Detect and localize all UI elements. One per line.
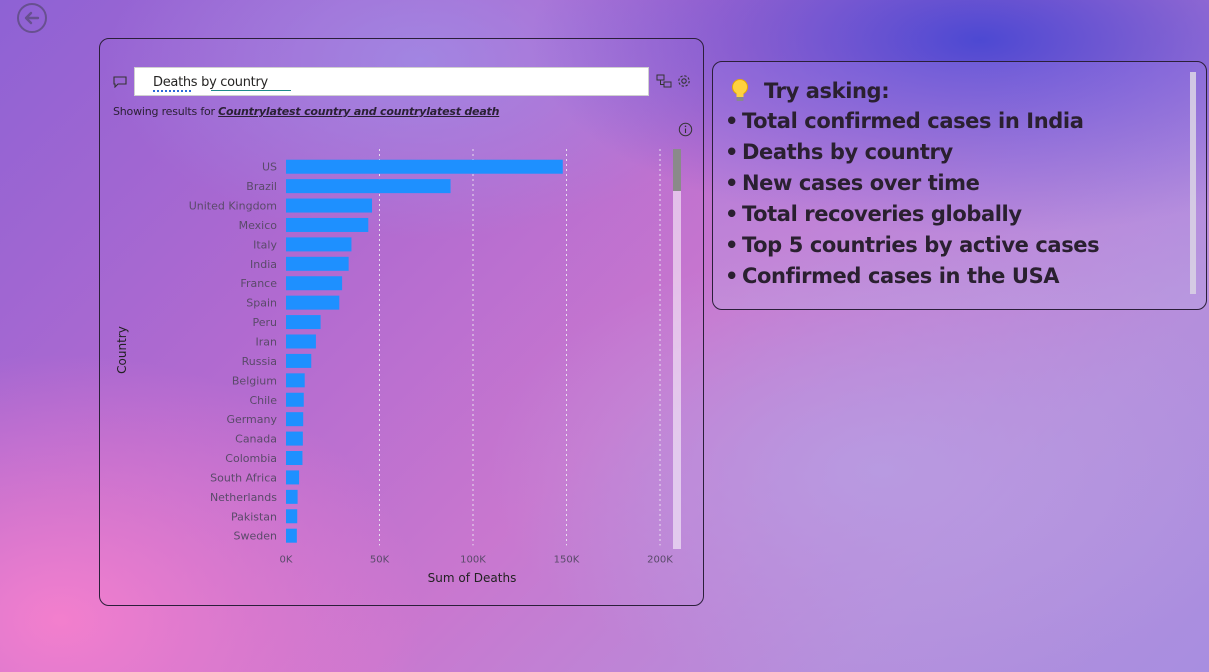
category-label: Netherlands bbox=[210, 491, 277, 504]
tip-item[interactable]: • Total recoveries globally bbox=[725, 199, 1099, 230]
bar[interactable] bbox=[286, 451, 303, 466]
bar[interactable] bbox=[286, 489, 298, 504]
category-label: Mexico bbox=[239, 219, 278, 232]
bar[interactable] bbox=[286, 528, 297, 543]
bar[interactable] bbox=[286, 412, 304, 427]
bar[interactable] bbox=[286, 334, 316, 349]
bar[interactable] bbox=[286, 276, 343, 291]
x-tick-label: 0K bbox=[280, 554, 293, 565]
category-label: Chile bbox=[249, 394, 277, 407]
category-label: Colombia bbox=[225, 452, 277, 465]
bar[interactable] bbox=[286, 295, 340, 310]
bar[interactable] bbox=[286, 373, 305, 388]
back-button[interactable] bbox=[17, 3, 47, 33]
category-label: Brazil bbox=[246, 180, 277, 193]
tip-item[interactable]: • Confirmed cases in the USA bbox=[725, 261, 1099, 292]
x-tick-label: 50K bbox=[370, 554, 390, 565]
tip-item[interactable]: • Top 5 countries by active cases bbox=[725, 230, 1100, 261]
chart-scrollbar-thumb[interactable] bbox=[673, 149, 681, 191]
deaths-bar-chart: US Brazil United Kingdom Mexico Italy India Fr… bbox=[115, 149, 673, 585]
tip-item[interactable]: • Total confirmed cases in India bbox=[725, 106, 1099, 137]
bar[interactable] bbox=[286, 431, 303, 446]
category-label: Sweden bbox=[234, 530, 277, 543]
qa-visual-panel: Deaths by country Showing results for Co… bbox=[99, 38, 704, 606]
chart-scrollbar[interactable] bbox=[673, 149, 681, 549]
category-label: France bbox=[240, 277, 277, 290]
bar[interactable] bbox=[286, 392, 304, 407]
bar[interactable] bbox=[286, 159, 563, 174]
x-axis-title: Sum of Deaths bbox=[428, 571, 517, 585]
tip-item[interactable]: • New cases over time bbox=[725, 168, 1099, 199]
tip-item[interactable]: • Deaths by country bbox=[725, 137, 1099, 168]
tips-title: Try asking: bbox=[764, 79, 890, 103]
category-label: South Africa bbox=[210, 471, 277, 484]
bar[interactable] bbox=[286, 217, 369, 232]
bar[interactable] bbox=[286, 315, 321, 330]
bar[interactable] bbox=[286, 256, 349, 271]
category-label: Russia bbox=[242, 355, 277, 368]
category-label: United Kingdom bbox=[189, 200, 277, 213]
bar[interactable] bbox=[286, 470, 300, 485]
bar[interactable] bbox=[286, 198, 373, 213]
category-label: Germany bbox=[226, 413, 277, 426]
bar[interactable] bbox=[286, 353, 312, 368]
tips-scrollbar[interactable] bbox=[1190, 72, 1196, 294]
x-tick-label: 100K bbox=[460, 554, 486, 565]
category-label: Canada bbox=[235, 433, 277, 446]
category-label: Italy bbox=[253, 238, 277, 251]
category-label: Pakistan bbox=[231, 510, 277, 523]
back-arrow-icon bbox=[24, 11, 40, 25]
y-axis-title: Country bbox=[115, 326, 129, 374]
lightbulb-icon bbox=[732, 79, 748, 101]
category-label: India bbox=[250, 258, 277, 271]
try-asking-panel: Try asking: • Total confirmed cases in In… bbox=[712, 61, 1207, 310]
category-label: Spain bbox=[246, 297, 277, 310]
bar[interactable] bbox=[286, 509, 298, 524]
bar[interactable] bbox=[286, 237, 352, 252]
x-tick-label: 200K bbox=[647, 554, 673, 565]
category-label: Iran bbox=[256, 335, 278, 348]
bar[interactable] bbox=[286, 179, 451, 194]
category-label: Belgium bbox=[232, 374, 277, 387]
category-label: US bbox=[262, 161, 277, 174]
category-label: Peru bbox=[252, 316, 277, 329]
x-tick-label: 150K bbox=[554, 554, 580, 565]
